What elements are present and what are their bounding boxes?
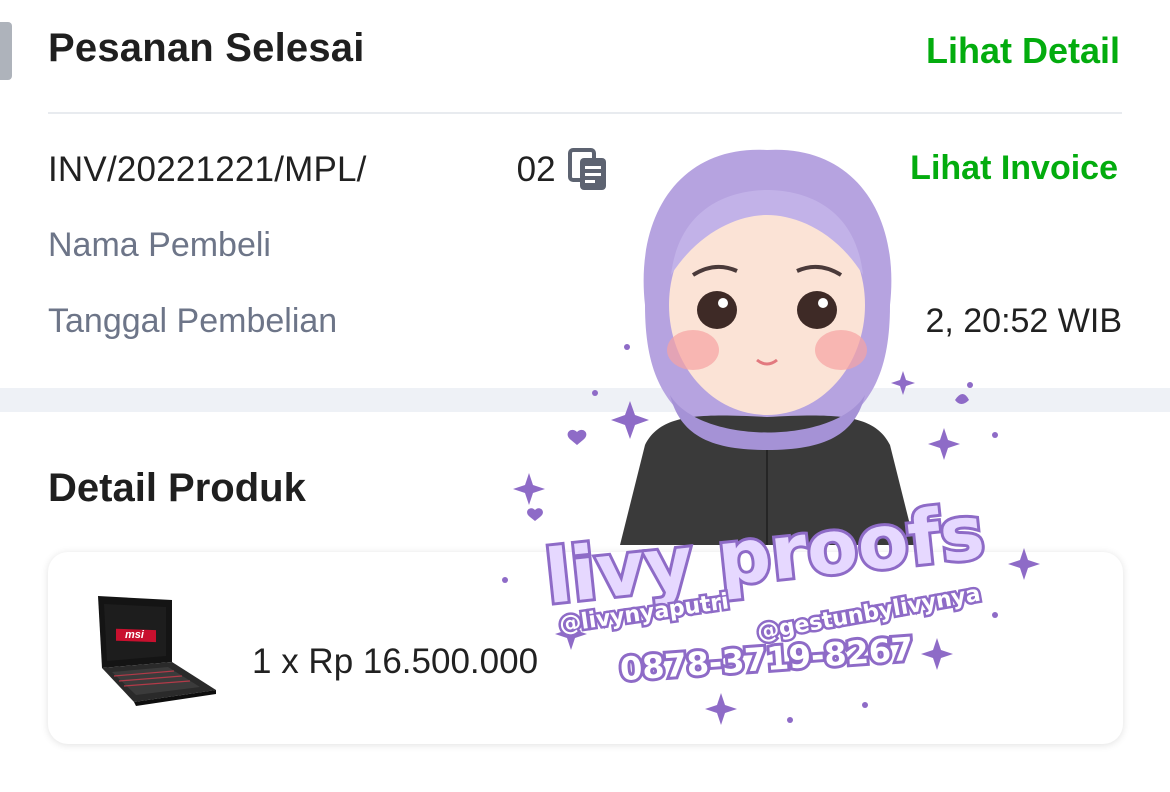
- laptop-product-image[interactable]: msi: [94, 590, 218, 708]
- buyer-name-label: Nama Pembeli: [48, 226, 271, 264]
- product-section-title: Detail Produk: [48, 466, 306, 510]
- invoice-prefix: INV/20221221/MPL/: [48, 150, 367, 189]
- order-status-title: Pesanan Selesai: [48, 26, 365, 70]
- laptop-brand-text: msi: [125, 629, 145, 641]
- left-accent-bar: [0, 22, 12, 80]
- divider: [48, 112, 1122, 114]
- view-detail-link[interactable]: Lihat Detail: [926, 30, 1120, 72]
- watermark-overlay: livy proofs @livynyaputri @gestunbylivyn…: [502, 149, 1040, 725]
- purchase-date-label: Tanggal Pembelian: [48, 302, 338, 340]
